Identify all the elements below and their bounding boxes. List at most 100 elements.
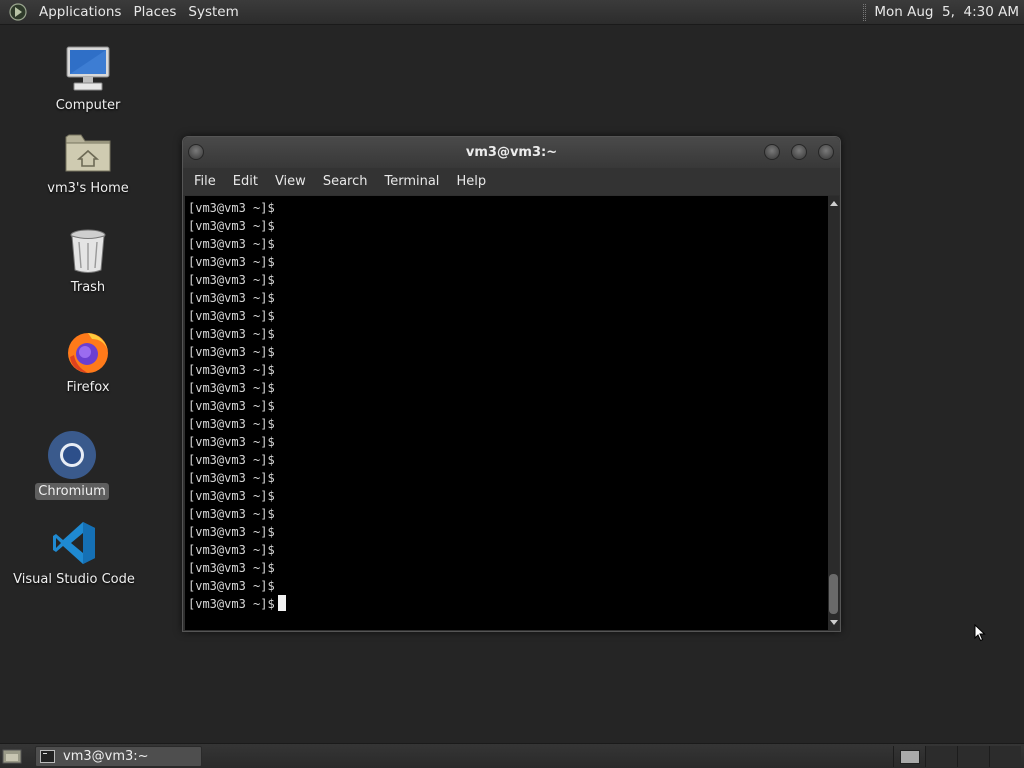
terminal-line: [vm3@vm3 ~]$ <box>188 235 828 253</box>
terminal-line: [vm3@vm3 ~]$ <box>188 307 828 325</box>
desktop-icon-trash[interactable]: Trash <box>53 226 123 296</box>
prompt-text: [vm3@vm3 ~]$ <box>188 597 275 611</box>
applications-menu[interactable]: Applications <box>33 0 127 25</box>
desktop-icon-home[interactable]: vm3's Home <box>43 127 133 197</box>
terminal-line: [vm3@vm3 ~]$ <box>188 451 828 469</box>
home-folder-icon <box>63 127 113 177</box>
window-titlebar[interactable]: vm3@vm3:~ <box>183 137 840 168</box>
mouse-pointer-icon <box>974 624 986 642</box>
system-menu[interactable]: System <box>182 0 244 25</box>
clock[interactable]: Mon Aug 5, 4:30 AM <box>874 4 1024 20</box>
prompt-text: [vm3@vm3 ~]$ <box>188 489 275 503</box>
desktop-icon-label: Trash <box>70 280 106 295</box>
terminal-line: [vm3@vm3 ~]$ <box>188 361 828 379</box>
prompt-text: [vm3@vm3 ~]$ <box>188 327 275 341</box>
prompt-text: [vm3@vm3 ~]$ <box>188 363 275 377</box>
scroll-up-arrow-icon[interactable] <box>830 201 838 206</box>
prompt-text: [vm3@vm3 ~]$ <box>188 345 275 359</box>
desktop-icon-chromium[interactable]: Chromium <box>35 430 109 500</box>
vscode-icon <box>49 518 99 568</box>
terminal-line: [vm3@vm3 ~]$ <box>188 577 828 595</box>
prompt-text: [vm3@vm3 ~]$ <box>188 561 275 575</box>
menu-search[interactable]: Search <box>316 168 375 195</box>
terminal-line: [vm3@vm3 ~]$ <box>188 469 828 487</box>
firefox-icon <box>63 326 113 376</box>
chromium-icon <box>47 430 97 480</box>
top-panel: Applications Places System Mon Aug 5, 4:… <box>0 0 1024 25</box>
workspace-switcher <box>893 746 1021 767</box>
window-title: vm3@vm3:~ <box>465 145 558 160</box>
desktop-icon-label: Firefox <box>66 380 110 395</box>
terminal-line: [vm3@vm3 ~]$ <box>188 541 828 559</box>
desktop-icon-label: vm3's Home <box>47 181 129 196</box>
prompt-text: [vm3@vm3 ~]$ <box>188 237 275 251</box>
desktop-icon-computer[interactable]: Computer <box>53 44 123 114</box>
terminal-line: [vm3@vm3 ~]$ <box>188 271 828 289</box>
menu-file[interactable]: File <box>187 168 223 195</box>
prompt-text: [vm3@vm3 ~]$ <box>188 507 275 521</box>
prompt-text: [vm3@vm3 ~]$ <box>188 579 275 593</box>
menu-terminal[interactable]: Terminal <box>377 168 446 195</box>
terminal-line: [vm3@vm3 ~]$ <box>188 595 828 613</box>
terminal-line: [vm3@vm3 ~]$ <box>188 397 828 415</box>
prompt-text: [vm3@vm3 ~]$ <box>188 273 275 287</box>
taskbar-window-label: vm3@vm3:~ <box>63 749 149 764</box>
prompt-text: [vm3@vm3 ~]$ <box>188 219 275 233</box>
prompt-text: [vm3@vm3 ~]$ <box>188 291 275 305</box>
terminal-line: [vm3@vm3 ~]$ <box>188 343 828 361</box>
panel-separator <box>863 3 867 21</box>
places-menu[interactable]: Places <box>127 0 182 25</box>
desktop-icon-firefox[interactable]: Firefox <box>53 326 123 396</box>
desktop-icon-vscode[interactable]: Visual Studio Code <box>13 518 135 588</box>
workspace-4[interactable] <box>989 746 1021 767</box>
prompt-text: [vm3@vm3 ~]$ <box>188 399 275 413</box>
terminal-window[interactable]: vm3@vm3:~ File Edit View Search Terminal… <box>182 136 841 632</box>
terminal-line: [vm3@vm3 ~]$ <box>188 289 828 307</box>
terminal-line: [vm3@vm3 ~]$ <box>188 253 828 271</box>
scroll-down-arrow-icon[interactable] <box>830 620 838 625</box>
terminal-line: [vm3@vm3 ~]$ <box>188 199 828 217</box>
terminal-line: [vm3@vm3 ~]$ <box>188 433 828 451</box>
prompt-text: [vm3@vm3 ~]$ <box>188 309 275 323</box>
desktop-icon-label: Visual Studio Code <box>13 572 135 587</box>
prompt-text: [vm3@vm3 ~]$ <box>188 471 275 485</box>
desktop-icon-label: Computer <box>55 98 121 113</box>
terminal-line: [vm3@vm3 ~]$ <box>188 415 828 433</box>
menu-edit[interactable]: Edit <box>226 168 265 195</box>
menu-view[interactable]: View <box>268 168 313 195</box>
terminal-output[interactable]: [vm3@vm3 ~]$ [vm3@vm3 ~]$ [vm3@vm3 ~]$ [vm3… <box>185 196 828 630</box>
prompt-text: [vm3@vm3 ~]$ <box>188 381 275 395</box>
workspace-1[interactable] <box>893 746 925 767</box>
prompt-text: [vm3@vm3 ~]$ <box>188 453 275 467</box>
prompt-text: [vm3@vm3 ~]$ <box>188 201 275 215</box>
terminal-scrollbar[interactable] <box>828 196 839 630</box>
desktop-icon-label: Chromium <box>35 483 109 500</box>
workspace-2[interactable] <box>925 746 957 767</box>
show-desktop-icon[interactable] <box>2 748 22 765</box>
terminal-line: [vm3@vm3 ~]$ <box>188 325 828 343</box>
prompt-text: [vm3@vm3 ~]$ <box>188 543 275 557</box>
minimize-button[interactable] <box>764 144 780 160</box>
terminal-icon <box>40 750 55 763</box>
bottom-panel: vm3@vm3:~ <box>0 743 1024 768</box>
close-button[interactable] <box>818 144 834 160</box>
menu-help[interactable]: Help <box>449 168 493 195</box>
terminal-line: [vm3@vm3 ~]$ <box>188 217 828 235</box>
prompt-text: [vm3@vm3 ~]$ <box>188 525 275 539</box>
distro-logo-icon[interactable] <box>9 3 27 21</box>
terminal-line: [vm3@vm3 ~]$ <box>188 505 828 523</box>
taskbar-window-button[interactable]: vm3@vm3:~ <box>35 746 202 767</box>
workspace-3[interactable] <box>957 746 989 767</box>
computer-icon <box>63 44 113 94</box>
scroll-thumb[interactable] <box>829 574 838 614</box>
terminal-line: [vm3@vm3 ~]$ <box>188 559 828 577</box>
trash-icon <box>63 226 113 276</box>
terminal-menubar: File Edit View Search Terminal Help <box>183 168 840 195</box>
text-cursor <box>277 595 286 611</box>
maximize-button[interactable] <box>791 144 807 160</box>
terminal-line: [vm3@vm3 ~]$ <box>188 523 828 541</box>
terminal-line: [vm3@vm3 ~]$ <box>188 487 828 505</box>
workspace-window-preview <box>899 749 920 764</box>
prompt-text: [vm3@vm3 ~]$ <box>188 435 275 449</box>
terminal-line: [vm3@vm3 ~]$ <box>188 379 828 397</box>
